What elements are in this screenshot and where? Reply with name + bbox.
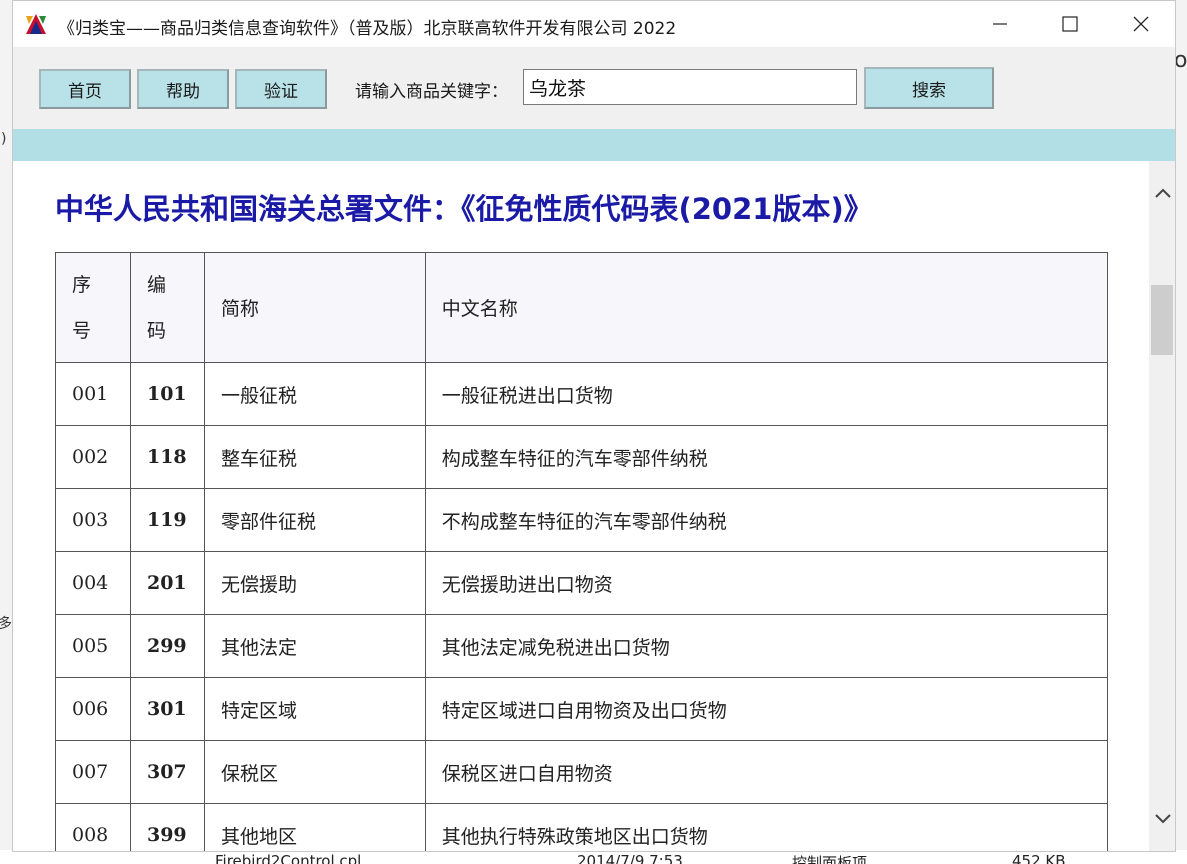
- header-full-name: 中文名称: [424, 252, 1109, 363]
- window-title: 《归类宝——商品归类信息查询软件》（普及版）北京联高软件开发有限公司 2022: [58, 19, 677, 39]
- verify-button[interactable]: 验证: [235, 69, 327, 109]
- table-row: 006 301 特定区域 特定区域进口自用物资及出口货物: [55, 677, 1109, 741]
- background-glyph: ): [1, 131, 7, 147]
- cell-short: 其他法定: [203, 614, 426, 678]
- cell-code: 201: [129, 551, 205, 615]
- cell-short: 其他地区: [203, 803, 426, 851]
- cell-seq: 008: [55, 803, 131, 851]
- cell-code: 118: [129, 425, 205, 489]
- maximize-button[interactable]: [1035, 1, 1105, 47]
- header-code-top: 编: [146, 273, 166, 296]
- close-icon: [1133, 16, 1149, 32]
- app-logo-icon: [24, 12, 48, 36]
- cell-name: 一般征税进出口货物: [424, 362, 1109, 426]
- vertical-scrollbar[interactable]: [1149, 161, 1175, 851]
- background-file-name: Firebird2Control.cpl: [215, 852, 362, 864]
- background-file-date: 2014/7/9 7:53: [577, 852, 683, 864]
- search-label: 请输入商品关键字：: [355, 82, 508, 102]
- cell-code: 299: [129, 614, 205, 678]
- table-row: 007 307 保税区 保税区进口自用物资: [55, 740, 1109, 804]
- search-input[interactable]: [523, 69, 857, 105]
- cell-short: 整车征税: [203, 425, 426, 489]
- cell-seq: 005: [55, 614, 131, 678]
- cell-code: 399: [129, 803, 205, 851]
- table-header-row: 序号 编码 简称 中文名称: [55, 252, 1109, 363]
- cell-code: 301: [129, 677, 205, 741]
- cell-seq: 001: [55, 362, 131, 426]
- scroll-up-button[interactable]: [1149, 177, 1175, 209]
- chevron-down-icon: [1155, 814, 1171, 824]
- cell-name: 构成整车特征的汽车零部件纳税: [424, 425, 1109, 489]
- cell-code: 101: [129, 362, 205, 426]
- table-row: 001 101 一般征税 一般征税进出口货物: [55, 362, 1109, 426]
- search-button[interactable]: 搜索: [864, 67, 994, 109]
- toolbar: 首页 帮助 验证 请输入商品关键字： 搜索: [13, 47, 1175, 129]
- cell-name: 特定区域进口自用物资及出口货物: [424, 677, 1109, 741]
- cell-name: 其他法定减免税进出口货物: [424, 614, 1109, 678]
- cell-seq: 003: [55, 488, 131, 552]
- table-row: 008 399 其他地区 其他执行特殊政策地区出口货物: [55, 803, 1109, 851]
- table-row: 004 201 无偿援助 无偿援助进出口物资: [55, 551, 1109, 615]
- document-view: 中华人民共和国海关总署文件：《征免性质代码表(2021版本)》 序号 编码 简称…: [13, 161, 1149, 851]
- code-table: 序号 编码 简称 中文名称 001 101 一般征税 一般征税进出口货物 002…: [55, 252, 1109, 851]
- cell-short: 零部件征税: [203, 488, 426, 552]
- cell-name: 其他执行特殊政策地区出口货物: [424, 803, 1109, 851]
- header-short-name: 简称: [203, 252, 426, 363]
- background-right-strip: o: [1174, 0, 1187, 864]
- cell-seq: 007: [55, 740, 131, 804]
- cell-seq: 002: [55, 425, 131, 489]
- title-bar[interactable]: 《归类宝——商品归类信息查询软件》（普及版）北京联高软件开发有限公司 2022: [13, 1, 1175, 47]
- close-button[interactable]: [1106, 1, 1175, 47]
- background-glyph: 多: [0, 616, 12, 632]
- background-file-type: 控制面板项: [792, 854, 868, 864]
- app-window: 《归类宝——商品归类信息查询软件》（普及版）北京联高软件开发有限公司 2022 …: [12, 0, 1176, 852]
- background-file-size: 452 KB: [1012, 852, 1066, 864]
- cell-name: 无偿援助进出口物资: [424, 551, 1109, 615]
- header-seq: 序号: [55, 252, 131, 363]
- background-left-strip: ) 多: [0, 0, 12, 864]
- cell-code: 307: [129, 740, 205, 804]
- cell-code: 119: [129, 488, 205, 552]
- cell-short: 一般征税: [203, 362, 426, 426]
- maximize-icon: [1062, 16, 1078, 32]
- header-seq-top: 序: [72, 273, 92, 296]
- cell-name: 不构成整车特征的汽车零部件纳税: [424, 488, 1109, 552]
- cell-short: 无偿援助: [203, 551, 426, 615]
- cell-seq: 006: [55, 677, 131, 741]
- header-code-bottom: 码: [146, 319, 166, 342]
- table-row: 002 118 整车征税 构成整车特征的汽车零部件纳税: [55, 425, 1109, 489]
- table-row: 003 119 零部件征税 不构成整车特征的汽车零部件纳税: [55, 488, 1109, 552]
- chevron-up-icon: [1155, 188, 1171, 198]
- scroll-thumb[interactable]: [1151, 285, 1173, 355]
- table-row: 005 299 其他法定 其他法定减免税进出口货物: [55, 614, 1109, 678]
- cell-short: 保税区: [203, 740, 426, 804]
- header-code: 编码: [129, 252, 205, 363]
- background-file-row: Firebird2Control.cpl 2014/7/9 7:53 控制面板项…: [0, 850, 1187, 864]
- document-title: 中华人民共和国海关总署文件：《征免性质代码表(2021版本)》: [55, 192, 873, 226]
- cell-name: 保税区进口自用物资: [424, 740, 1109, 804]
- help-button[interactable]: 帮助: [137, 69, 229, 109]
- header-seq-bottom: 号: [72, 319, 92, 342]
- home-button[interactable]: 首页: [39, 69, 131, 109]
- cell-short: 特定区域: [203, 677, 426, 741]
- separator-band: [13, 129, 1175, 161]
- cell-seq: 004: [55, 551, 131, 615]
- scroll-down-button[interactable]: [1149, 803, 1175, 835]
- minimize-button[interactable]: [965, 1, 1035, 47]
- minimize-icon: [993, 23, 1007, 25]
